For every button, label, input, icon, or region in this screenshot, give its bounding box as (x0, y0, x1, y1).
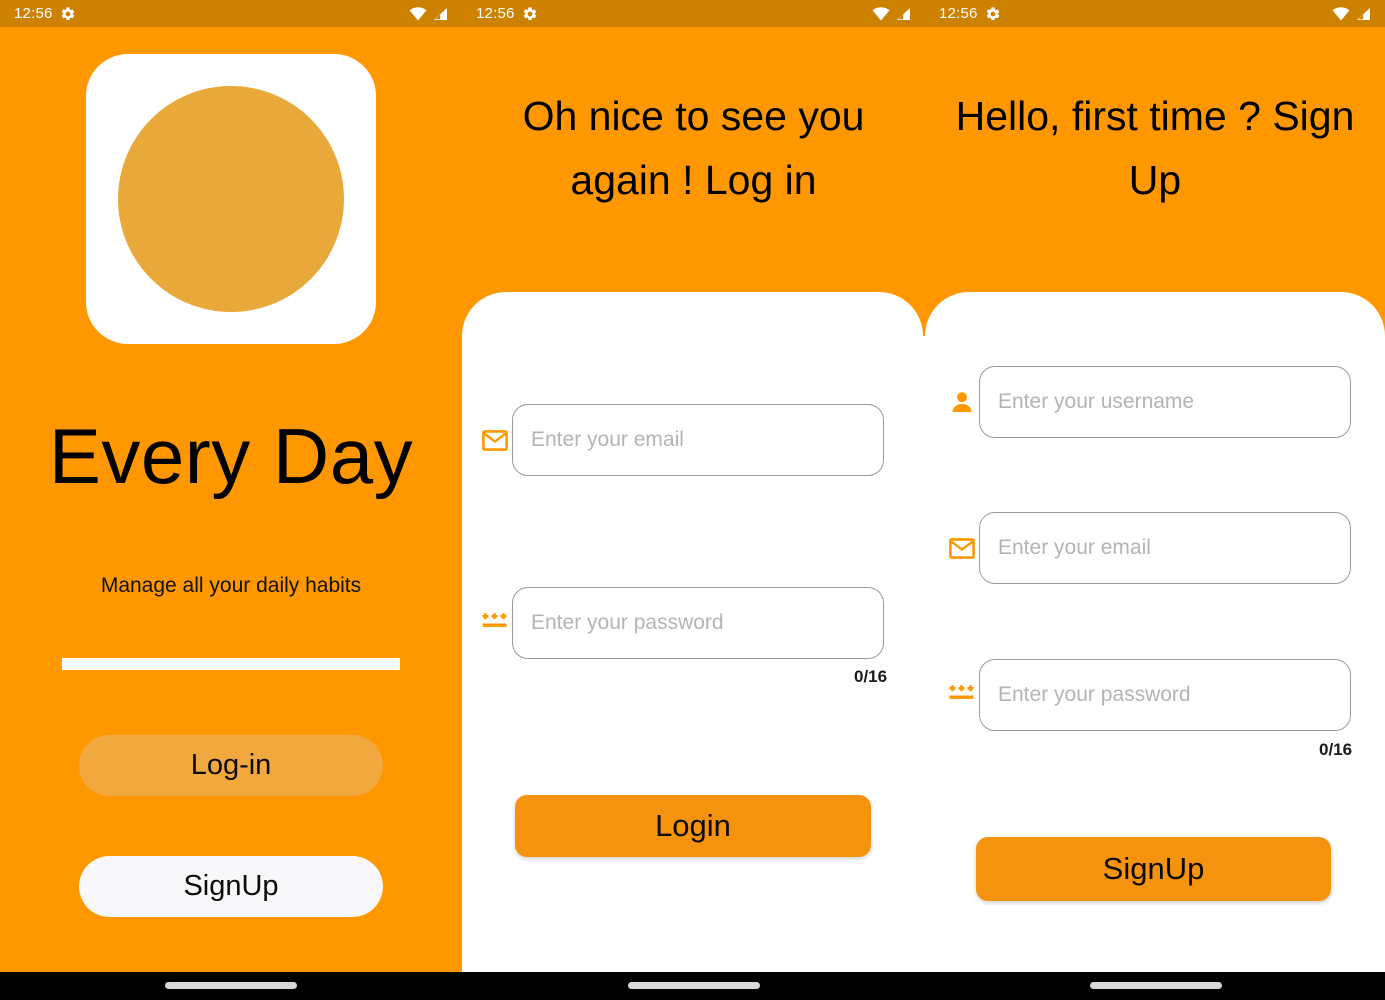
signup-screen-header: Hello, first time ? Sign Up (925, 27, 1385, 292)
status-bar-left-cluster: 12:56 (14, 5, 76, 22)
login-form-card: 0/16 Login (462, 292, 923, 972)
status-bar-screen-2: 12:56 (462, 0, 925, 27)
status-bar-right-cluster (872, 6, 911, 21)
signup-username-input[interactable] (979, 366, 1351, 438)
status-bar-right-cluster (1332, 6, 1371, 21)
welcome-screen: Every Day Manage all your daily habits L… (0, 27, 462, 972)
signup-username-row (945, 366, 1351, 438)
login-password-input[interactable] (512, 587, 884, 659)
status-bar-screen-3: 12:56 (925, 0, 1385, 27)
signup-submit-button[interactable]: SignUp (976, 837, 1331, 901)
signup-email-row (945, 512, 1351, 584)
wifi-icon (409, 6, 427, 21)
page-subtitle: Manage all your daily habits (100, 574, 362, 597)
gesture-bar-icon[interactable] (1090, 982, 1222, 989)
wifi-icon (1332, 6, 1350, 21)
signup-password-input[interactable] (979, 659, 1351, 731)
signup-password-counter: 0/16 (1319, 740, 1353, 759)
gesture-bar-icon[interactable] (165, 982, 297, 989)
signup-password-row (945, 659, 1351, 731)
envelope-icon (945, 537, 979, 559)
divider (62, 658, 400, 670)
gesture-bar-icon[interactable] (628, 982, 760, 989)
signup-form-card: 0/16 SignUp (925, 292, 1385, 972)
page-title: Every Day (48, 412, 414, 500)
login-submit-button[interactable]: Login (515, 795, 871, 857)
login-password-row (478, 587, 884, 659)
signal-icon (433, 7, 448, 21)
status-bar-left-cluster: 12:56 (476, 5, 538, 22)
app-logo-icon (86, 54, 376, 344)
login-screen-header: Oh nice to see you again ! Log in (462, 27, 925, 292)
logo-circle-shape (118, 86, 344, 312)
screenshot-root: 12:56 12:56 12:56 Every Day Manage all y… (0, 0, 1385, 1000)
signal-icon (896, 7, 911, 21)
signup-email-input[interactable] (979, 512, 1351, 584)
envelope-icon (478, 429, 512, 451)
signup-button[interactable]: SignUp (79, 856, 383, 917)
status-bar-clock: 12:56 (476, 5, 515, 22)
login-button[interactable]: Log-in (79, 735, 383, 796)
status-bar-clock: 12:56 (14, 5, 53, 22)
gear-icon (60, 6, 76, 22)
gear-icon (985, 6, 1001, 22)
signal-icon (1356, 7, 1371, 21)
person-icon (945, 391, 979, 413)
login-password-counter: 0/16 (854, 667, 888, 686)
login-email-row (478, 404, 884, 476)
password-asterisks-icon (478, 612, 512, 634)
password-asterisks-icon (945, 684, 979, 706)
status-bar-clock: 12:56 (939, 5, 978, 22)
signup-heading: Hello, first time ? Sign Up (955, 93, 1355, 203)
status-bar-left-cluster: 12:56 (939, 5, 1001, 22)
system-navigation-bar (0, 972, 1385, 1000)
wifi-icon (872, 6, 890, 21)
gear-icon (522, 6, 538, 22)
login-heading: Oh nice to see you again ! Log in (522, 93, 865, 203)
status-bar-right-cluster (409, 6, 448, 21)
login-email-input[interactable] (512, 404, 884, 476)
status-bar-screen-1: 12:56 (0, 0, 462, 27)
